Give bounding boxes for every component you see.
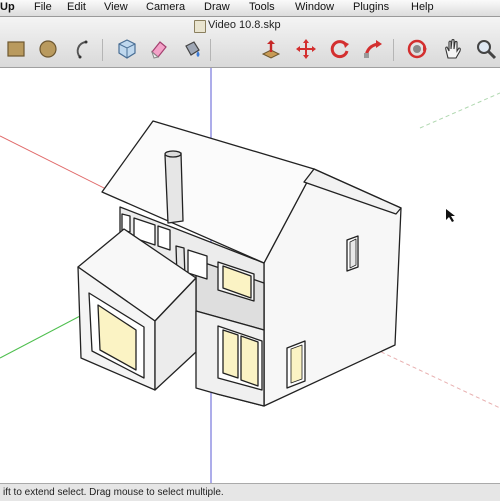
chimney — [164, 152, 184, 224]
document-icon — [194, 20, 206, 33]
house-model-canvas[interactable] — [0, 68, 500, 483]
eraser-tool-icon[interactable] — [146, 37, 170, 61]
status-text: ift to extend select. Drag mouse to sele… — [3, 487, 224, 498]
green-axis-negative — [419, 92, 500, 129]
window-glass — [290, 344, 303, 384]
follow-me-icon[interactable] — [361, 37, 385, 61]
menu-plugins[interactable]: Plugins — [353, 1, 389, 13]
window-glass — [240, 335, 259, 387]
menu-tools[interactable]: Tools — [249, 1, 275, 13]
orbit-tool-icon[interactable] — [405, 37, 429, 61]
zoom-tool-icon[interactable] — [474, 37, 498, 61]
chimney-top — [164, 150, 182, 158]
paint-bucket-icon[interactable] — [180, 37, 204, 61]
window — [157, 225, 171, 251]
menu-window[interactable]: Window — [295, 1, 334, 13]
toolbar-separator — [393, 39, 394, 61]
window-inner — [349, 238, 357, 269]
make-component-icon[interactable] — [115, 37, 139, 61]
rectangle-tool-icon[interactable] — [4, 37, 28, 61]
toolbar: Video 10.8.skp — [0, 17, 500, 68]
menu-camera[interactable]: Camera — [146, 1, 185, 13]
pan-tool-icon[interactable] — [440, 37, 464, 61]
house-model — [77, 120, 402, 407]
toolbar-separator — [102, 39, 103, 61]
status-bar: ift to extend select. Drag mouse to sele… — [0, 483, 500, 501]
toolbar-separator — [210, 39, 211, 61]
model-viewport[interactable] — [0, 68, 500, 483]
menu-file[interactable]: File — [34, 1, 52, 13]
rotate-tool-icon[interactable] — [328, 37, 352, 61]
mouse-cursor-icon — [446, 209, 455, 222]
window-glass — [222, 329, 239, 379]
menu-draw[interactable]: Draw — [204, 1, 230, 13]
circle-tool-icon[interactable] — [36, 37, 60, 61]
menu-help[interactable]: Help — [411, 1, 434, 13]
menu-view[interactable]: View — [104, 1, 128, 13]
menu-app-name[interactable]: Up — [0, 1, 15, 13]
move-tool-icon[interactable] — [294, 37, 318, 61]
push-pull-icon[interactable] — [259, 37, 283, 61]
arc-tool-icon[interactable] — [70, 37, 94, 61]
green-axis — [0, 314, 83, 359]
menu-edit[interactable]: Edit — [67, 1, 86, 13]
window-title: Video 10.8.skp — [208, 19, 281, 31]
menu-bar: Up File Edit View Camera Draw Tools Wind… — [0, 0, 500, 17]
